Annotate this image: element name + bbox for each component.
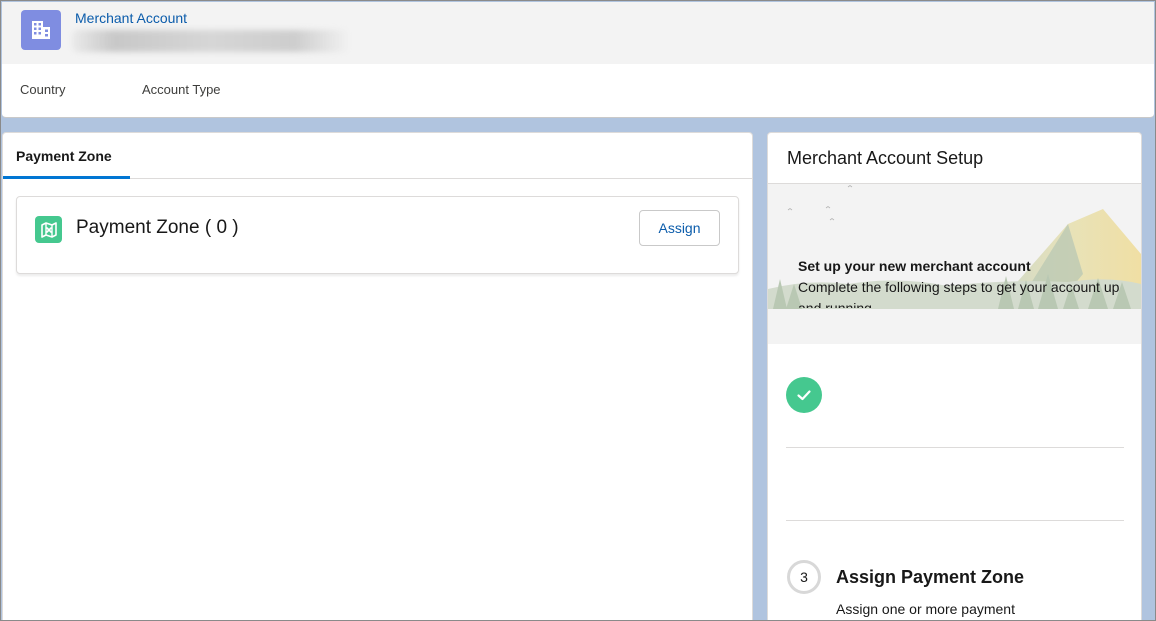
banner-heading: Set up your new merchant account <box>798 258 1031 274</box>
field-label-account-type: Account Type <box>142 82 221 97</box>
tab-payment-zone[interactable]: Payment Zone <box>3 133 130 179</box>
record-type-link[interactable]: Merchant Account <box>75 10 187 26</box>
step-description: Assign one or more payment <box>836 601 1015 617</box>
check-icon <box>786 377 822 413</box>
payment-zone-icon <box>35 216 62 243</box>
building-icon <box>21 10 61 50</box>
field-label-country: Country <box>20 82 66 97</box>
record-header-top: Merchant Account <box>2 2 1154 64</box>
step-divider <box>786 520 1124 521</box>
setup-title: Merchant Account Setup <box>768 133 1141 184</box>
highlights-fields: Country Account Type <box>2 64 1154 118</box>
tab-bar: Payment Zone <box>3 133 752 179</box>
record-header: Merchant Account Country Account Type <box>2 2 1154 118</box>
assign-button[interactable]: Assign <box>639 210 720 246</box>
step-divider <box>786 447 1124 448</box>
merchant-setup-panel: Merchant Account Setup Set up your new m… <box>767 132 1142 621</box>
setup-banner: Set up your new merchant account Complet… <box>768 184 1141 344</box>
related-list-title: Payment Zone ( 0 ) <box>76 217 239 238</box>
step-number-badge: 3 <box>787 560 821 594</box>
related-tab-panel: Payment Zone Payment Zone ( 0 ) Assign <box>2 132 753 621</box>
banner-text: Complete the following steps to get your… <box>798 279 1120 308</box>
record-name-redacted <box>72 30 350 52</box>
payment-zone-related-list: Payment Zone ( 0 ) Assign <box>16 196 739 274</box>
step-title: Assign Payment Zone <box>836 567 1025 587</box>
